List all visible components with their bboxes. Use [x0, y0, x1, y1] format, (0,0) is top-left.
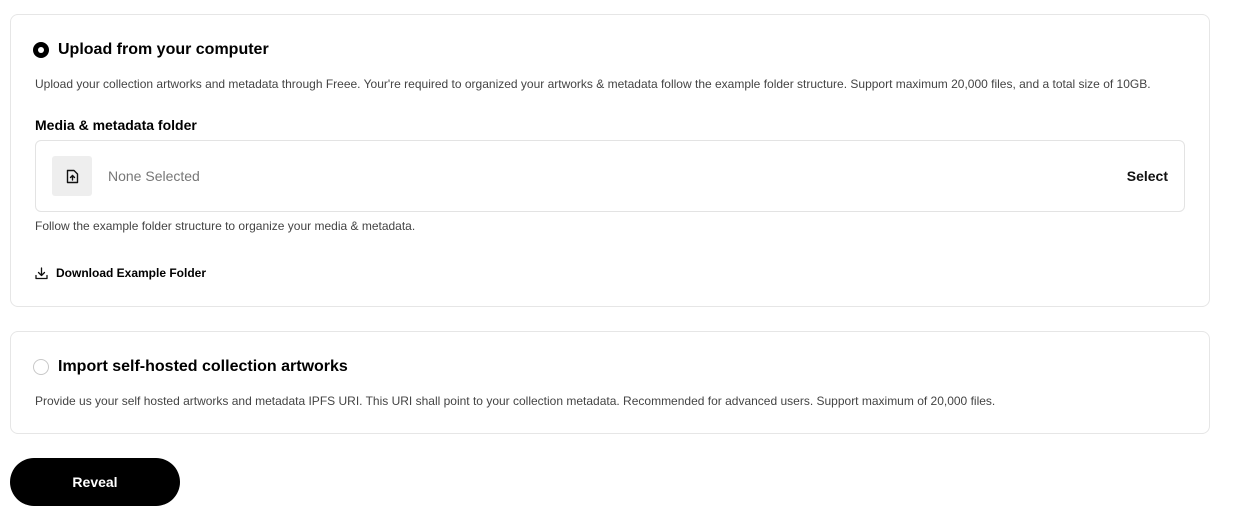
reveal-button[interactable]: Reveal — [10, 458, 180, 506]
media-folder-label: Media & metadata folder — [35, 117, 197, 133]
upload-option-description: Upload your collection artworks and meta… — [35, 77, 1151, 91]
import-option-radio[interactable] — [33, 359, 49, 375]
upload-option-radio[interactable] — [33, 42, 49, 58]
download-icon — [35, 266, 48, 280]
import-option-title: Import self-hosted collection artworks — [58, 358, 348, 375]
selected-folder-value: None Selected — [108, 168, 200, 184]
import-option-description: Provide us your self hosted artworks and… — [35, 394, 996, 408]
import-option-card: Import self-hosted collection artworks P… — [10, 331, 1210, 434]
select-folder-button[interactable]: Select — [1127, 168, 1168, 184]
media-folder-picker[interactable]: None Selected Select — [35, 140, 1185, 212]
upload-option-title: Upload from your computer — [58, 41, 269, 58]
file-upload-icon — [52, 156, 92, 196]
download-example-folder-label: Download Example Folder — [56, 266, 207, 280]
folder-help-text: Follow the example folder structure to o… — [35, 219, 416, 233]
upload-option-card: Upload from your computer Upload your co… — [10, 14, 1210, 307]
download-example-folder-link[interactable]: Download Example Folder — [35, 266, 206, 280]
